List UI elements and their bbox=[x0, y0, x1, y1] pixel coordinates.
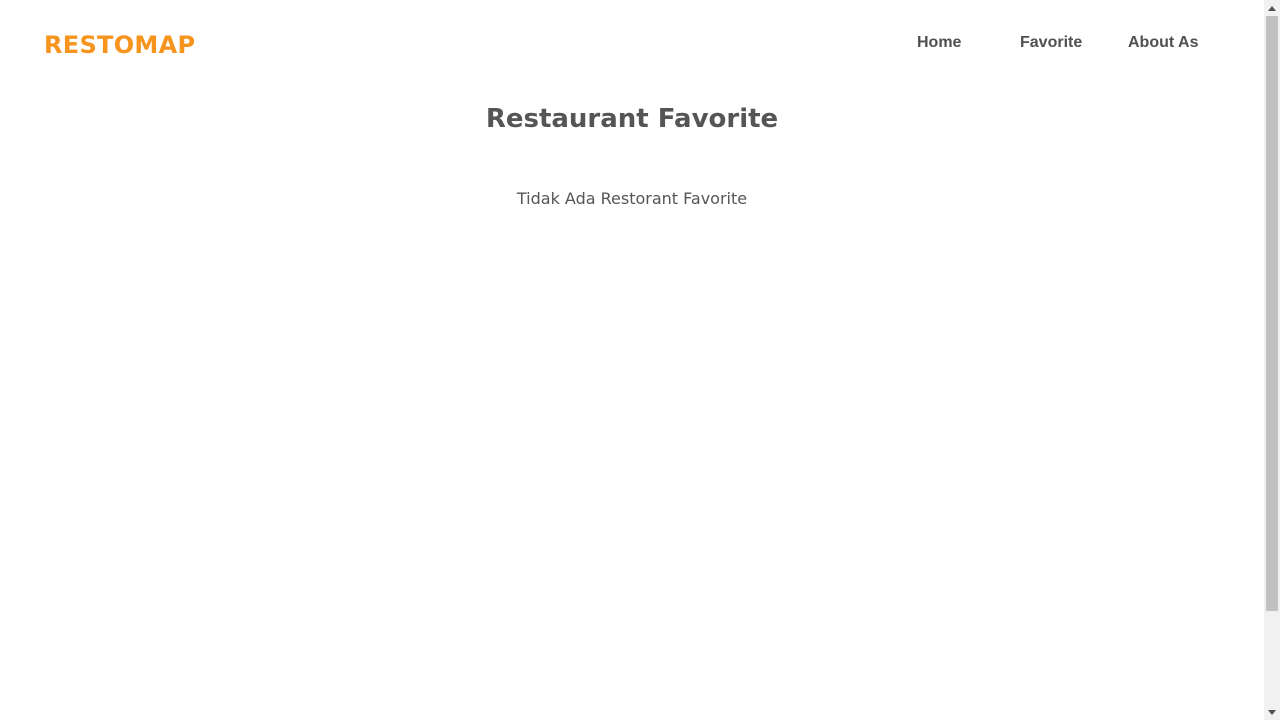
scrollbar-thumb[interactable] bbox=[1266, 16, 1278, 611]
page-title: Restaurant Favorite bbox=[485, 104, 779, 134]
navbar: RESTOMAP Home Favorite About As bbox=[0, 0, 1264, 88]
empty-state-message: Tidak Ada Restorant Favorite bbox=[516, 189, 748, 208]
scroll-down-button[interactable] bbox=[1264, 704, 1280, 720]
vertical-scrollbar[interactable] bbox=[1264, 0, 1280, 720]
triangle-up-icon bbox=[1268, 5, 1276, 11]
triangle-down-icon bbox=[1268, 709, 1276, 715]
nav-link-home[interactable]: Home bbox=[917, 32, 961, 54]
scroll-up-button[interactable] bbox=[1264, 0, 1280, 16]
page: RESTOMAP Home Favorite About As Restaura… bbox=[0, 0, 1264, 720]
nav-link-favorite[interactable]: Favorite bbox=[1020, 32, 1082, 54]
nav-menu: Home Favorite About As bbox=[0, 32, 1264, 56]
nav-link-about[interactable]: About As bbox=[1128, 32, 1199, 54]
